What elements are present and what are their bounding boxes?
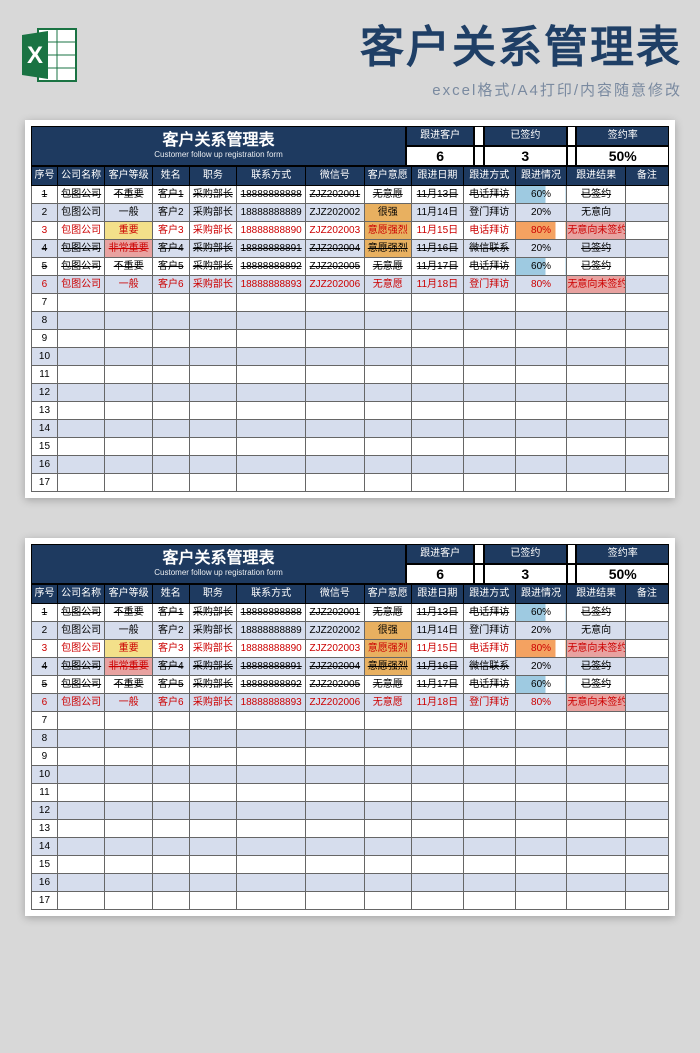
col-header-5: 联系方式 <box>237 585 306 604</box>
stat-followup-value: 6 <box>406 564 474 584</box>
col-header-6: 微信号 <box>306 585 364 604</box>
table-row: 17 <box>32 892 669 910</box>
hero-title: 客户关系管理表 <box>96 11 682 75</box>
stat-followup-label: 跟进客户 <box>406 544 474 564</box>
table-row: 13 <box>32 820 669 838</box>
table-row: 15 <box>32 856 669 874</box>
svg-text:X: X <box>27 42 43 69</box>
stat-rate-value: 50% <box>576 146 669 166</box>
table-row: 1包图公司 不重要客户1 采购部长18888888888ZJZ202001 无意… <box>32 186 669 204</box>
col-header-12: 备注 <box>625 585 668 604</box>
col-header-0: 序号 <box>32 585 58 604</box>
col-header-3: 姓名 <box>152 585 189 604</box>
hero-subtitle: excel格式/A4打印/内容随意修改 <box>96 79 682 100</box>
col-header-2: 客户等级 <box>105 167 153 186</box>
stat-signed-label: 已签约 <box>484 126 567 146</box>
col-header-6: 微信号 <box>306 167 364 186</box>
table-row: 16 <box>32 874 669 892</box>
table-row: 13 <box>32 402 669 420</box>
col-header-2: 客户等级 <box>105 585 153 604</box>
col-header-1: 公司名称 <box>57 585 105 604</box>
col-header-5: 联系方式 <box>237 167 306 186</box>
col-header-10: 跟进情况 <box>515 167 567 186</box>
col-header-4: 职务 <box>189 585 237 604</box>
stat-rate-label: 签约率 <box>576 544 669 564</box>
col-header-10: 跟进情况 <box>515 585 567 604</box>
table-row: 3包图公司 重要客户3 采购部长18888888890ZJZ202003 意愿强… <box>32 222 669 240</box>
excel-icon: X <box>18 23 82 87</box>
stat-signed-value: 3 <box>484 146 567 166</box>
stat-rate-label: 签约率 <box>576 126 669 146</box>
stat-followup-label: 跟进客户 <box>406 126 474 146</box>
col-header-12: 备注 <box>625 167 668 186</box>
col-header-8: 跟进日期 <box>412 585 464 604</box>
table-row: 4包图公司 非常重要客户4 采购部长18888888891ZJZ202004 意… <box>32 658 669 676</box>
table-row: 10 <box>32 766 669 784</box>
table-row: 5包图公司 不重要客户5 采购部长18888888892ZJZ202005 无意… <box>32 258 669 276</box>
col-header-11: 跟进结果 <box>567 585 625 604</box>
table-row: 7 <box>32 712 669 730</box>
table-row: 9 <box>32 330 669 348</box>
col-header-9: 跟进方式 <box>463 167 515 186</box>
table-row: 3包图公司 重要客户3 采购部长18888888890ZJZ202003 意愿强… <box>32 640 669 658</box>
col-header-0: 序号 <box>32 167 58 186</box>
col-header-1: 公司名称 <box>57 167 105 186</box>
sheet-preview-1: 客户关系管理表Customer follow up registration f… <box>25 120 675 498</box>
col-header-9: 跟进方式 <box>463 585 515 604</box>
col-header-7: 客户意愿 <box>364 585 412 604</box>
col-header-7: 客户意愿 <box>364 167 412 186</box>
table-row: 2包图公司 一般客户2 采购部长18888888889ZJZ202002 很强1… <box>32 204 669 222</box>
table-row: 5包图公司 不重要客户5 采购部长18888888892ZJZ202005 无意… <box>32 676 669 694</box>
table-row: 1包图公司 不重要客户1 采购部长18888888888ZJZ202001 无意… <box>32 604 669 622</box>
table-row: 14 <box>32 838 669 856</box>
table-row: 8 <box>32 312 669 330</box>
col-header-4: 职务 <box>189 167 237 186</box>
data-table: 序号公司名称客户等级姓名职务联系方式微信号客户意愿跟进日期跟进方式跟进情况跟进结… <box>31 166 669 492</box>
col-header-11: 跟进结果 <box>567 167 625 186</box>
table-row: 2包图公司 一般客户2 采购部长18888888889ZJZ202002 很强1… <box>32 622 669 640</box>
stat-rate-value: 50% <box>576 564 669 584</box>
stat-followup-value: 6 <box>406 146 474 166</box>
table-row: 14 <box>32 420 669 438</box>
stat-signed-label: 已签约 <box>484 544 567 564</box>
sheet-title: 客户关系管理表Customer follow up registration f… <box>31 544 406 584</box>
table-row: 7 <box>32 294 669 312</box>
table-row: 11 <box>32 366 669 384</box>
table-row: 16 <box>32 456 669 474</box>
table-row: 11 <box>32 784 669 802</box>
table-row: 12 <box>32 384 669 402</box>
table-row: 17 <box>32 474 669 492</box>
stat-signed-value: 3 <box>484 564 567 584</box>
col-header-8: 跟进日期 <box>412 167 464 186</box>
table-row: 6包图公司 一般客户6 采购部长18888888893ZJZ202006 无意愿… <box>32 694 669 712</box>
data-table: 序号公司名称客户等级姓名职务联系方式微信号客户意愿跟进日期跟进方式跟进情况跟进结… <box>31 584 669 910</box>
table-row: 8 <box>32 730 669 748</box>
table-row: 6包图公司 一般客户6 采购部长18888888893ZJZ202006 无意愿… <box>32 276 669 294</box>
table-row: 12 <box>32 802 669 820</box>
sheet-title: 客户关系管理表Customer follow up registration f… <box>31 126 406 166</box>
table-row: 9 <box>32 748 669 766</box>
hero-banner: X 客户关系管理表 excel格式/A4打印/内容随意修改 <box>0 0 700 110</box>
sheet-preview-2: 客户关系管理表Customer follow up registration f… <box>25 538 675 916</box>
table-row: 10 <box>32 348 669 366</box>
table-row: 4包图公司 非常重要客户4 采购部长18888888891ZJZ202004 意… <box>32 240 669 258</box>
col-header-3: 姓名 <box>152 167 189 186</box>
table-row: 15 <box>32 438 669 456</box>
sheet-container: 客户关系管理表Customer follow up registration f… <box>0 110 700 926</box>
